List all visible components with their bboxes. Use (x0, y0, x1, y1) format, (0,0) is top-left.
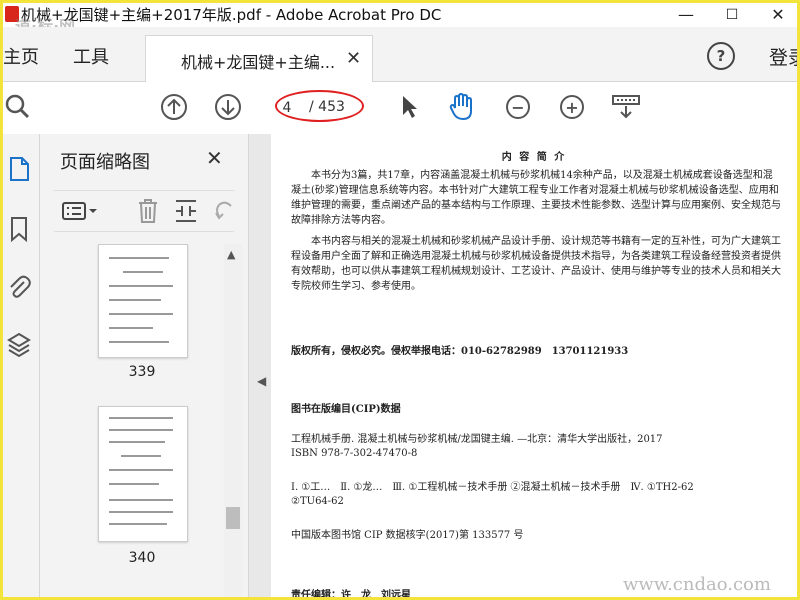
acrobat-window: 机械+龙国键+主编+2017年版.pdf - Adobe Acrobat Pro… (3, 3, 797, 597)
cip-line-5: 中国版本图书馆 CIP 数据核字(2017)第 133577 号 (291, 530, 524, 541)
scrollbar-thumb[interactable] (226, 507, 240, 529)
minimize-button[interactable]: — (663, 3, 709, 27)
tab-document-label: 机械+龙国键+主编... (181, 53, 336, 72)
intro-paragraph-2: 本书内容与相关的混凝土机械和砂浆机械产品设计手册、设计规范等书籍有一定的互补性，… (291, 236, 781, 292)
site-watermark: www.cndao.com (623, 574, 771, 595)
zoom-in-icon[interactable]: + (557, 92, 587, 122)
hand-tool-icon[interactable] (447, 92, 477, 122)
cip-line-4: ②TU64-62 (291, 496, 344, 507)
previous-page-icon[interactable] (159, 92, 189, 122)
thumbnail-scrollbar[interactable]: ▲ (224, 244, 242, 597)
document-view: ◀ 内 容 简 介 本书分为3篇，共17章，内容涵盖混凝土机械与砂浆机械14余种… (249, 134, 797, 597)
pdf-page: 内 容 简 介 本书分为3篇，共17章，内容涵盖混凝土机械与砂浆机械14余种产品… (271, 134, 797, 597)
bookmarks-icon[interactable] (7, 216, 31, 243)
cip-line-1: 工程机械手册. 混凝土机械与砂浆机械/龙国键主编. —北京：清华大学出版社，20… (291, 434, 663, 445)
scroll-up-arrow-icon[interactable]: ▲ (227, 248, 235, 261)
thumbnail-options-icon[interactable] (60, 197, 100, 225)
main-toolbar: / 453 − + (3, 82, 797, 135)
cip-title: 图书在版编目(CIP)数据 (291, 404, 401, 415)
left-navigation-rail (3, 134, 40, 597)
thumbnail-page-339[interactable] (98, 244, 188, 358)
window-title: 机械+龙国键+主编+2017年版.pdf - Adobe Acrobat Pro… (21, 6, 442, 24)
thumbnail-label-340: 340 (128, 550, 156, 566)
page-number-input[interactable] (269, 96, 305, 120)
tab-bar: 主页 工具 机械+龙国键+主编... ✕ ? 登录 (3, 27, 797, 83)
page-heading: 内 容 简 介 (501, 152, 567, 163)
scroll-mode-icon[interactable] (611, 92, 641, 122)
next-page-icon[interactable] (213, 92, 243, 122)
panel-title: 页面缩略图 (60, 152, 150, 173)
page-thumbnails-icon[interactable] (7, 156, 31, 182)
tab-document[interactable]: 机械+龙国键+主编... ✕ (145, 35, 373, 83)
search-icon[interactable] (3, 92, 33, 122)
extract-page-icon[interactable] (172, 197, 200, 225)
tab-home[interactable]: 主页 (3, 43, 39, 69)
thumbnail-list: 339 340 (54, 244, 224, 597)
cip-line-3: Ⅰ. ①工… Ⅱ. ①龙… Ⅲ. ①工程机械－技术手册 ②混凝土机械－技术手册 … (291, 482, 694, 493)
close-window-button[interactable]: ✕ (755, 3, 797, 27)
thumbnail-tools (54, 190, 234, 232)
sign-in-link[interactable]: 登录 (769, 43, 797, 70)
tab-close-button[interactable]: ✕ (346, 48, 361, 69)
page-total: / 453 (309, 99, 345, 115)
panel-close-button[interactable]: ✕ (206, 146, 223, 170)
attachments-icon[interactable] (7, 274, 31, 300)
page-thumbnails-panel: 页面缩略图 ✕ 339 340 ▲ (40, 134, 249, 597)
editor-line: 责任编辑：许 龙 刘远星 (291, 590, 411, 597)
zoom-out-icon[interactable]: − (503, 92, 533, 122)
layers-icon[interactable] (7, 332, 31, 358)
thumbnail-label-339: 339 (128, 364, 156, 380)
thumbnail-page-340[interactable] (98, 406, 188, 542)
maximize-button[interactable]: ☐ (709, 3, 755, 27)
title-bar: 机械+龙国键+主编+2017年版.pdf - Adobe Acrobat Pro… (3, 3, 797, 36)
collapse-panel-arrow-icon[interactable]: ◀ (257, 374, 266, 388)
rotate-page-icon[interactable] (210, 197, 238, 225)
copyright-line: 版权所有，侵权必究。侵权举报电话：010-62782989 1370112193… (291, 346, 629, 357)
help-icon[interactable]: ? (707, 42, 735, 70)
delete-page-icon[interactable] (134, 197, 162, 225)
tab-tools[interactable]: 工具 (73, 43, 109, 69)
cip-line-2: ISBN 978-7-302-47470-8 (291, 448, 418, 459)
select-arrow-icon[interactable] (395, 92, 425, 122)
intro-paragraph-1: 本书分为3篇，共17章，内容涵盖混凝土机械与砂浆机械14余种产品，以及混凝土机械… (291, 170, 781, 226)
